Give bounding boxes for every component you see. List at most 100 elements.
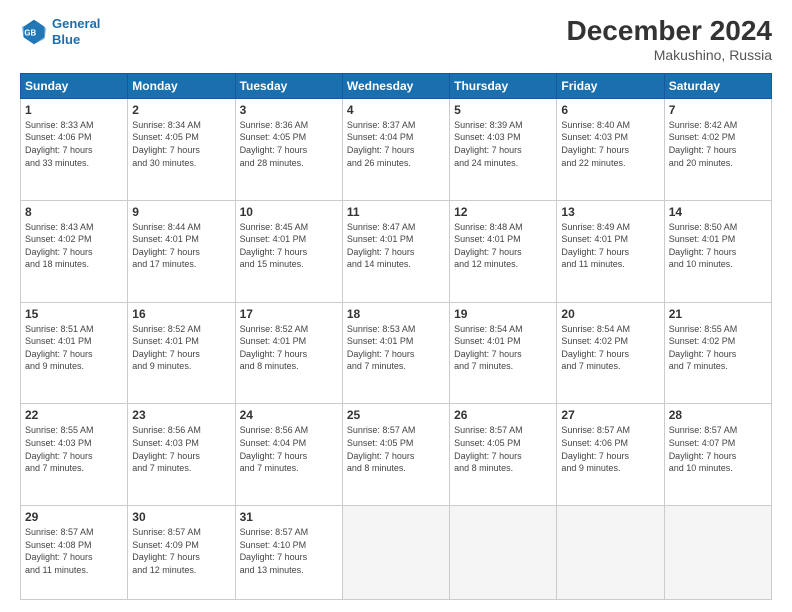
calendar-cell: 24 Sunrise: 8:56 AM Sunset: 4:04 PM Dayli…: [235, 404, 342, 506]
day-info: Sunrise: 8:33 AM Sunset: 4:06 PM Dayligh…: [25, 119, 123, 169]
calendar-cell: 15 Sunrise: 8:51 AM Sunset: 4:01 PM Dayli…: [21, 302, 128, 404]
day-info: Sunrise: 8:51 AM Sunset: 4:01 PM Dayligh…: [25, 323, 123, 373]
calendar-cell: 18 Sunrise: 8:53 AM Sunset: 4:01 PM Dayli…: [342, 302, 449, 404]
calendar-cell: 13 Sunrise: 8:49 AM Sunset: 4:01 PM Dayli…: [557, 200, 664, 302]
day-number: 19: [454, 307, 552, 321]
day-info: Sunrise: 8:57 AM Sunset: 4:07 PM Dayligh…: [669, 424, 767, 474]
calendar-cell: 28 Sunrise: 8:57 AM Sunset: 4:07 PM Dayli…: [664, 404, 771, 506]
logo-blue: Blue: [52, 32, 80, 47]
calendar-cell: 20 Sunrise: 8:54 AM Sunset: 4:02 PM Dayli…: [557, 302, 664, 404]
calendar-week-5: 29Sunrise: 8:57 AM Sunset: 4:08 PM Dayli…: [21, 506, 772, 600]
calendar-cell: 2Sunrise: 8:34 AM Sunset: 4:05 PM Daylig…: [128, 98, 235, 200]
calendar-cell: 25Sunrise: 8:57 AM Sunset: 4:05 PM Dayli…: [342, 404, 449, 506]
calendar-cell: 27Sunrise: 8:57 AM Sunset: 4:06 PM Dayli…: [557, 404, 664, 506]
logo-general: General: [52, 16, 100, 31]
day-info: Sunrise: 8:57 AM Sunset: 4:09 PM Dayligh…: [132, 526, 230, 576]
day-number: 9: [132, 205, 230, 219]
day-info: Sunrise: 8:53 AM Sunset: 4:01 PM Dayligh…: [347, 323, 445, 373]
day-number: 4: [347, 103, 445, 117]
location: Makushino, Russia: [567, 47, 772, 63]
day-info: Sunrise: 8:54 AM Sunset: 4:01 PM Dayligh…: [454, 323, 552, 373]
day-info: Sunrise: 8:43 AM Sunset: 4:02 PM Dayligh…: [25, 221, 123, 271]
calendar-cell: 31 Sunrise: 8:57 AM Sunset: 4:10 PM Dayli…: [235, 506, 342, 600]
day-info: Sunrise: 8:52 AM Sunset: 4:01 PM Dayligh…: [132, 323, 230, 373]
day-info: Sunrise: 8:57 AM Sunset: 4:05 PM Dayligh…: [347, 424, 445, 474]
day-info: Sunrise: 8:44 AM Sunset: 4:01 PM Dayligh…: [132, 221, 230, 271]
day-number: 15: [25, 307, 123, 321]
calendar-cell: [342, 506, 449, 600]
calendar-cell: 10 Sunrise: 8:45 AM Sunset: 4:01 PM Dayli…: [235, 200, 342, 302]
calendar-cell: 30 Sunrise: 8:57 AM Sunset: 4:09 PM Dayli…: [128, 506, 235, 600]
calendar-body: 1 Sunrise: 8:33 AM Sunset: 4:06 PM Daylig…: [21, 98, 772, 599]
day-number: 2: [132, 103, 230, 117]
day-number: 22: [25, 408, 123, 422]
title-block: December 2024 Makushino, Russia: [567, 16, 772, 63]
calendar-cell: 14 Sunrise: 8:50 AM Sunset: 4:01 PM Dayli…: [664, 200, 771, 302]
day-info: Sunrise: 8:39 AM Sunset: 4:03 PM Dayligh…: [454, 119, 552, 169]
calendar-cell: 29Sunrise: 8:57 AM Sunset: 4:08 PM Dayli…: [21, 506, 128, 600]
day-info: Sunrise: 8:49 AM Sunset: 4:01 PM Dayligh…: [561, 221, 659, 271]
day-number: 5: [454, 103, 552, 117]
logo: GB General Blue: [20, 16, 100, 47]
day-info: Sunrise: 8:50 AM Sunset: 4:01 PM Dayligh…: [669, 221, 767, 271]
day-info: Sunrise: 8:36 AM Sunset: 4:05 PM Dayligh…: [240, 119, 338, 169]
weekday-header-tuesday: Tuesday: [235, 73, 342, 98]
month-title: December 2024: [567, 16, 772, 47]
weekday-header-friday: Friday: [557, 73, 664, 98]
day-number: 3: [240, 103, 338, 117]
day-number: 21: [669, 307, 767, 321]
day-number: 1: [25, 103, 123, 117]
calendar-cell: 16Sunrise: 8:52 AM Sunset: 4:01 PM Dayli…: [128, 302, 235, 404]
day-info: Sunrise: 8:37 AM Sunset: 4:04 PM Dayligh…: [347, 119, 445, 169]
calendar-cell: 8 Sunrise: 8:43 AM Sunset: 4:02 PM Daylig…: [21, 200, 128, 302]
day-info: Sunrise: 8:55 AM Sunset: 4:02 PM Dayligh…: [669, 323, 767, 373]
logo-icon: GB: [20, 18, 48, 46]
day-number: 20: [561, 307, 659, 321]
day-info: Sunrise: 8:56 AM Sunset: 4:04 PM Dayligh…: [240, 424, 338, 474]
day-number: 10: [240, 205, 338, 219]
day-number: 14: [669, 205, 767, 219]
calendar-cell: 17Sunrise: 8:52 AM Sunset: 4:01 PM Dayli…: [235, 302, 342, 404]
calendar-cell: 5 Sunrise: 8:39 AM Sunset: 4:03 PM Daylig…: [450, 98, 557, 200]
day-number: 24: [240, 408, 338, 422]
calendar-cell: 26Sunrise: 8:57 AM Sunset: 4:05 PM Dayli…: [450, 404, 557, 506]
day-number: 13: [561, 205, 659, 219]
day-info: Sunrise: 8:54 AM Sunset: 4:02 PM Dayligh…: [561, 323, 659, 373]
day-info: Sunrise: 8:55 AM Sunset: 4:03 PM Dayligh…: [25, 424, 123, 474]
calendar-week-3: 15 Sunrise: 8:51 AM Sunset: 4:01 PM Dayli…: [21, 302, 772, 404]
logo-text: General Blue: [52, 16, 100, 47]
day-info: Sunrise: 8:47 AM Sunset: 4:01 PM Dayligh…: [347, 221, 445, 271]
weekday-header-saturday: Saturday: [664, 73, 771, 98]
calendar-cell: [664, 506, 771, 600]
weekday-header-sunday: Sunday: [21, 73, 128, 98]
calendar-cell: 4 Sunrise: 8:37 AM Sunset: 4:04 PM Daylig…: [342, 98, 449, 200]
calendar-week-2: 8 Sunrise: 8:43 AM Sunset: 4:02 PM Daylig…: [21, 200, 772, 302]
day-info: Sunrise: 8:56 AM Sunset: 4:03 PM Dayligh…: [132, 424, 230, 474]
calendar-cell: [450, 506, 557, 600]
day-info: Sunrise: 8:48 AM Sunset: 4:01 PM Dayligh…: [454, 221, 552, 271]
day-number: 28: [669, 408, 767, 422]
day-number: 6: [561, 103, 659, 117]
calendar-cell: 19 Sunrise: 8:54 AM Sunset: 4:01 PM Dayli…: [450, 302, 557, 404]
day-number: 30: [132, 510, 230, 524]
day-number: 26: [454, 408, 552, 422]
day-info: Sunrise: 8:40 AM Sunset: 4:03 PM Dayligh…: [561, 119, 659, 169]
day-info: Sunrise: 8:57 AM Sunset: 4:10 PM Dayligh…: [240, 526, 338, 576]
calendar-cell: 23 Sunrise: 8:56 AM Sunset: 4:03 PM Dayli…: [128, 404, 235, 506]
day-number: 18: [347, 307, 445, 321]
day-number: 8: [25, 205, 123, 219]
day-info: Sunrise: 8:45 AM Sunset: 4:01 PM Dayligh…: [240, 221, 338, 271]
calendar-cell: [557, 506, 664, 600]
calendar-cell: 7Sunrise: 8:42 AM Sunset: 4:02 PM Daylig…: [664, 98, 771, 200]
day-number: 31: [240, 510, 338, 524]
calendar-cell: 3 Sunrise: 8:36 AM Sunset: 4:05 PM Daylig…: [235, 98, 342, 200]
header: GB General Blue December 2024 Makushino,…: [20, 16, 772, 63]
day-number: 11: [347, 205, 445, 219]
calendar-table: SundayMondayTuesdayWednesdayThursdayFrid…: [20, 73, 772, 600]
svg-text:GB: GB: [24, 28, 36, 37]
day-number: 29: [25, 510, 123, 524]
calendar-week-1: 1 Sunrise: 8:33 AM Sunset: 4:06 PM Daylig…: [21, 98, 772, 200]
day-number: 23: [132, 408, 230, 422]
calendar-cell: 21 Sunrise: 8:55 AM Sunset: 4:02 PM Dayli…: [664, 302, 771, 404]
day-number: 12: [454, 205, 552, 219]
